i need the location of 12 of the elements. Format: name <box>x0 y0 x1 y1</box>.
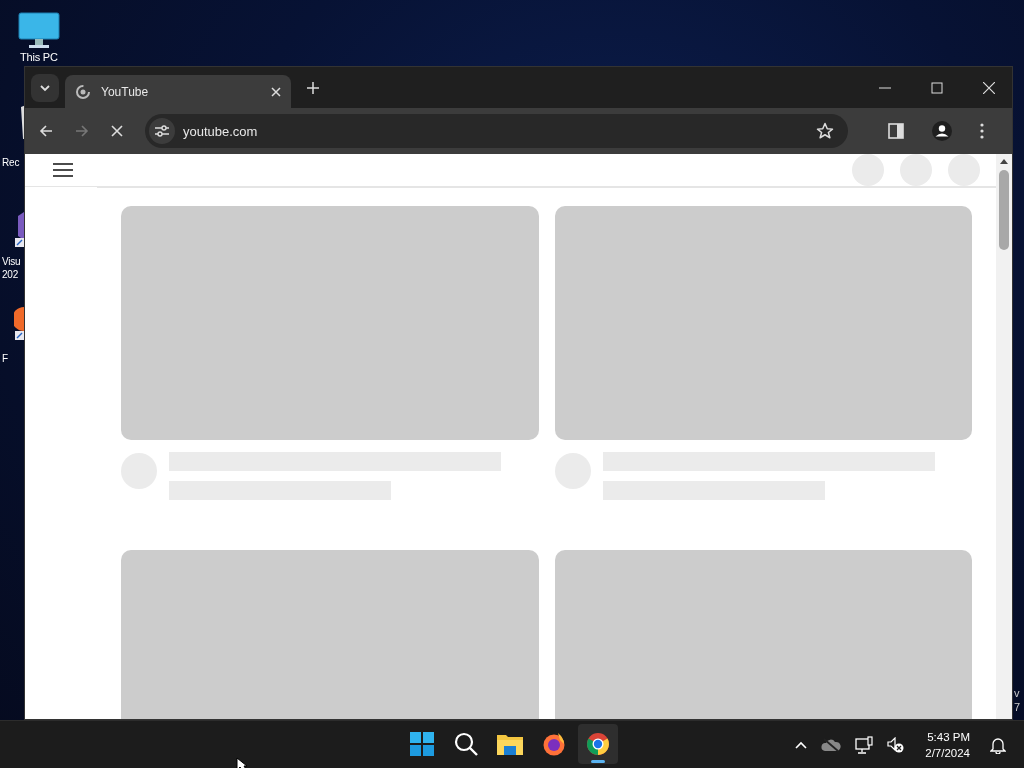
desktop-icon-label: F <box>2 352 8 365</box>
clock[interactable]: 5:43 PM 2/7/2024 <box>925 728 970 761</box>
date-text: 2/7/2024 <box>925 745 970 761</box>
time-text: 5:43 PM <box>927 729 970 745</box>
window-edge-text: v 7 <box>1014 686 1021 714</box>
address-bar[interactable]: youtube.com <box>145 114 848 148</box>
tab-title: YouTube <box>101 84 150 99</box>
desktop-icon-label: Rec <box>2 156 20 169</box>
url-text: youtube.com <box>183 123 259 139</box>
desktop-icon-label: This PC <box>20 51 58 64</box>
browser-tab[interactable]: YouTube <box>65 75 291 108</box>
desktop-icon-label: Visu 202 <box>2 255 21 281</box>
